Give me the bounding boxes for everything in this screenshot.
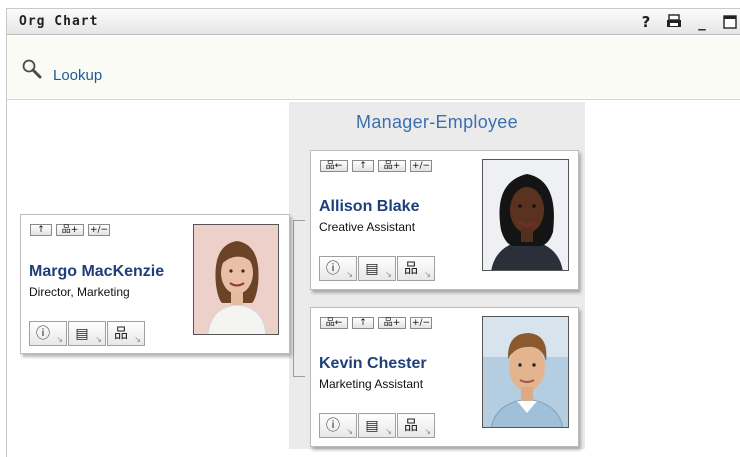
email-card-icon: ▤ <box>365 261 379 277</box>
manager-name[interactable]: Margo MacKenzie <box>29 263 164 281</box>
man-portrait-photo <box>482 316 569 428</box>
connector-line <box>293 220 294 376</box>
show-manager-button[interactable]: 品← <box>320 317 348 329</box>
employee-title: Creative Assistant <box>319 220 416 234</box>
expand-reports-button[interactable]: 品+ <box>56 224 84 236</box>
dropdown-arrow-icon: ↘ <box>385 427 392 436</box>
go-up-button[interactable]: ↑ <box>30 224 52 236</box>
help-icon[interactable]: ? <box>637 12 655 32</box>
manager-card: ↑ 品+ +/− Margo MacKenzie Director, Marke… <box>20 214 290 354</box>
email-card-button[interactable]: ▤ ↘ <box>358 256 396 281</box>
email-card-icon: ▤ <box>365 418 379 434</box>
org-chart-button[interactable]: 品 ↘ <box>107 321 145 346</box>
minimize-icon[interactable]: _ <box>693 12 711 32</box>
info-icon: ⓘ <box>326 418 340 434</box>
org-chart-icon: 品 <box>404 261 418 277</box>
expand-reports-button[interactable]: 品+ <box>378 160 406 172</box>
woman-portrait-photo <box>193 224 279 335</box>
org-chart-button[interactable]: 品 ↘ <box>397 413 435 438</box>
panel-title: Manager-Employee <box>356 112 518 132</box>
toggle-expand-button[interactable]: +/− <box>410 317 432 329</box>
email-card-button[interactable]: ▤ ↘ <box>68 321 106 346</box>
toggle-expand-button[interactable]: +/− <box>410 160 432 172</box>
dropdown-arrow-icon: ↘ <box>385 270 392 279</box>
info-button[interactable]: ⓘ ↘ <box>319 256 357 281</box>
go-up-button[interactable]: ↑ <box>352 160 374 172</box>
expand-reports-button[interactable]: 品+ <box>378 317 406 329</box>
maximize-icon[interactable] <box>721 12 739 32</box>
info-button[interactable]: ⓘ ↘ <box>319 413 357 438</box>
org-chart-button[interactable]: 品 ↘ <box>397 256 435 281</box>
dropdown-arrow-icon: ↘ <box>346 427 353 436</box>
info-icon: ⓘ <box>36 326 50 342</box>
woman-portrait-photo <box>482 159 569 271</box>
dropdown-arrow-icon: ↘ <box>134 335 141 344</box>
manager-title: Director, Marketing <box>29 285 130 299</box>
toolbar: Lookup <box>7 36 740 100</box>
lookup-label: Lookup <box>53 67 103 84</box>
email-card-icon: ▤ <box>75 326 89 342</box>
employee-card: 品← ↑ 品+ +/− Allison Blake Creative Assis… <box>310 150 579 290</box>
info-button[interactable]: ⓘ ↘ <box>29 321 67 346</box>
show-manager-button[interactable]: 品← <box>320 160 348 172</box>
info-icon: ⓘ <box>326 261 340 277</box>
employee-name[interactable]: Allison Blake <box>319 198 419 216</box>
connector-line <box>293 376 305 377</box>
print-icon[interactable] <box>665 12 683 32</box>
title-bar: Org Chart ? _ <box>7 8 740 35</box>
connector-line <box>293 220 305 221</box>
email-card-button[interactable]: ▤ ↘ <box>358 413 396 438</box>
dropdown-arrow-icon: ↘ <box>56 335 63 344</box>
dropdown-arrow-icon: ↘ <box>424 427 431 436</box>
dropdown-arrow-icon: ↘ <box>346 270 353 279</box>
employee-title: Marketing Assistant <box>319 377 424 391</box>
dropdown-arrow-icon: ↘ <box>424 270 431 279</box>
window-title: Org Chart <box>19 14 99 29</box>
employee-name[interactable]: Kevin Chester <box>319 355 427 373</box>
org-chart-icon: 品 <box>114 326 128 342</box>
magnifier-icon <box>21 58 43 80</box>
employee-card: 品← ↑ 品+ +/− Kevin Chester Marketing Assi… <box>310 307 579 447</box>
go-up-button[interactable]: ↑ <box>352 317 374 329</box>
org-chart-icon: 品 <box>404 418 418 434</box>
dropdown-arrow-icon: ↘ <box>95 335 102 344</box>
toggle-expand-button[interactable]: +/− <box>88 224 110 236</box>
